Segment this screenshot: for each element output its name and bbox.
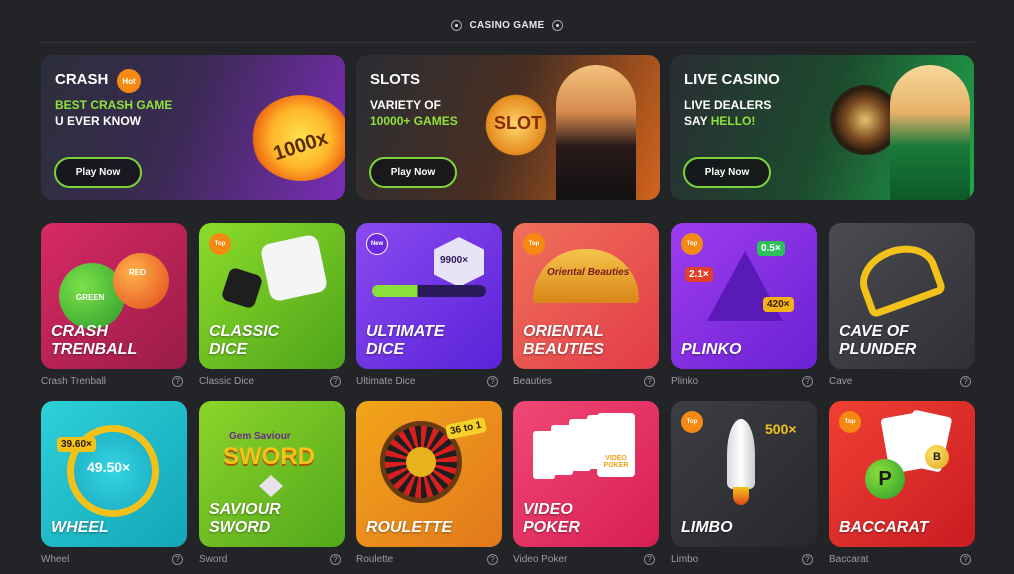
game-title: SAVIOUR SWORD bbox=[209, 501, 281, 536]
model-image bbox=[556, 65, 636, 200]
question-circle-icon[interactable]: ? bbox=[330, 376, 341, 387]
game-tile-wheel[interactable]: 39.60× 49.50× WHEEL bbox=[41, 401, 187, 547]
game-tile-baccarat[interactable]: Top P B BACCARAT bbox=[829, 401, 975, 547]
game-tile-roulette[interactable]: 36 to 1 ROULETTE bbox=[356, 401, 502, 547]
game-title: ULTIMATE DICE bbox=[366, 323, 445, 358]
banner-subtitle: BEST CRASH GAME U EVER KNOW bbox=[55, 98, 173, 128]
question-circle-icon[interactable]: ? bbox=[330, 554, 341, 565]
top-badge: Top bbox=[839, 411, 861, 433]
game-caption: Classic Dice? bbox=[199, 376, 345, 390]
game-caption: Wheel? bbox=[41, 554, 187, 568]
banner-title: CRASH bbox=[55, 71, 109, 88]
game-title: PLINKO bbox=[681, 341, 742, 358]
game-tile-cave-of-plunder[interactable]: CAVE OF PLUNDER bbox=[829, 223, 975, 369]
chip-icon bbox=[552, 19, 564, 31]
game-tile-ultimate-dice[interactable]: New 9900× ULTIMATE DICE bbox=[356, 223, 502, 369]
play-now-button[interactable]: Play Now bbox=[54, 157, 142, 188]
chip-icon bbox=[450, 19, 462, 31]
rocket-flame-icon bbox=[733, 487, 749, 505]
banner-slots[interactable]: SLOT SLOTS VARIETY OF 10000+ GAMES Play … bbox=[356, 55, 660, 200]
top-badge: Top bbox=[209, 233, 231, 255]
banner-subtitle: LIVE DEALERS SAY HELLO! bbox=[684, 98, 772, 128]
game-tile-classic-dice[interactable]: Top CLASSIC DICE bbox=[199, 223, 345, 369]
gem-icon bbox=[259, 475, 283, 497]
section-title: CASINO GAME bbox=[469, 19, 545, 31]
game-caption: Sword? bbox=[199, 554, 345, 568]
section-divider bbox=[41, 42, 974, 43]
game-caption: Beauties? bbox=[513, 376, 659, 390]
question-circle-icon[interactable]: ? bbox=[802, 554, 813, 565]
dealer-image bbox=[890, 65, 970, 200]
question-circle-icon[interactable]: ? bbox=[172, 376, 183, 387]
range-slider-art bbox=[372, 285, 486, 297]
banner-live-casino[interactable]: LIVE CASINO LIVE DEALERS SAY HELLO! Play… bbox=[670, 55, 974, 200]
rocket-icon bbox=[727, 419, 755, 489]
new-badge: New bbox=[366, 233, 388, 255]
game-title: VIDEO POKER bbox=[523, 501, 580, 536]
red-ball-icon bbox=[113, 253, 169, 309]
black-dice-icon bbox=[220, 266, 264, 310]
question-circle-icon[interactable]: ? bbox=[802, 376, 813, 387]
game-tile-plinko[interactable]: Top 0.5× 2.1× 420× PLINKO bbox=[671, 223, 817, 369]
play-now-button[interactable]: Play Now bbox=[683, 157, 771, 188]
golden-ankh-icon bbox=[851, 235, 947, 319]
top-badge: Top bbox=[681, 233, 703, 255]
game-title: ORIENTAL BEAUTIES bbox=[523, 323, 604, 358]
roulette-hub-icon bbox=[406, 447, 436, 477]
top-badge: Top bbox=[681, 411, 703, 433]
game-title: BACCARAT bbox=[839, 519, 929, 536]
banker-ball-icon: B bbox=[925, 445, 949, 469]
question-circle-icon[interactable]: ? bbox=[644, 554, 655, 565]
banner-subtitle: VARIETY OF 10000+ GAMES bbox=[370, 98, 458, 128]
game-title: WHEEL bbox=[51, 519, 109, 536]
game-tile-crash-trenball[interactable]: RED GREEN CRASH TRENBALL bbox=[41, 223, 187, 369]
game-title: ROULETTE bbox=[366, 519, 453, 536]
game-caption: Video Poker? bbox=[513, 554, 659, 568]
game-title: LIMBO bbox=[681, 519, 733, 536]
section-header: CASINO GAME bbox=[0, 16, 1014, 34]
game-caption: Crash Trenball? bbox=[41, 376, 187, 390]
question-circle-icon[interactable]: ? bbox=[644, 376, 655, 387]
game-caption: Cave? bbox=[829, 376, 975, 390]
white-dice-icon bbox=[259, 233, 329, 303]
question-circle-icon[interactable]: ? bbox=[487, 554, 498, 565]
game-caption: Limbo? bbox=[671, 554, 817, 568]
game-tile-limbo[interactable]: Top 500× LIMBO bbox=[671, 401, 817, 547]
game-caption: Baccarat? bbox=[829, 554, 975, 568]
game-caption: Roulette? bbox=[356, 554, 502, 568]
game-title: CRASH TRENBALL bbox=[51, 323, 138, 358]
player-ball-icon: P bbox=[865, 459, 905, 499]
play-now-button[interactable]: Play Now bbox=[369, 157, 457, 188]
game-tile-oriental-beauties[interactable]: Top Oriental Beauties ORIENTAL BEAUTIES bbox=[513, 223, 659, 369]
question-circle-icon[interactable]: ? bbox=[960, 554, 971, 565]
question-circle-icon[interactable]: ? bbox=[960, 376, 971, 387]
game-tile-saviour-sword[interactable]: Gem Saviour SWORD SAVIOUR SWORD bbox=[199, 401, 345, 547]
banner-title: SLOTS bbox=[370, 71, 421, 88]
game-caption: Plinko? bbox=[671, 376, 817, 390]
question-circle-icon[interactable]: ? bbox=[172, 554, 183, 565]
top-badge: Top bbox=[523, 233, 545, 255]
banner-crash[interactable]: 1000x CRASH Hot BEST CRASH GAME U EVER K… bbox=[41, 55, 345, 200]
game-caption: Ultimate Dice? bbox=[356, 376, 502, 390]
banner-title: LIVE CASINO bbox=[684, 71, 780, 88]
game-tile-video-poker[interactable]: VIDEO POKER VIDEO POKER bbox=[513, 401, 659, 547]
hot-badge: Hot bbox=[117, 69, 141, 93]
game-title: CAVE OF PLUNDER bbox=[839, 323, 917, 358]
game-title: CLASSIC DICE bbox=[209, 323, 280, 358]
question-circle-icon[interactable]: ? bbox=[487, 376, 498, 387]
